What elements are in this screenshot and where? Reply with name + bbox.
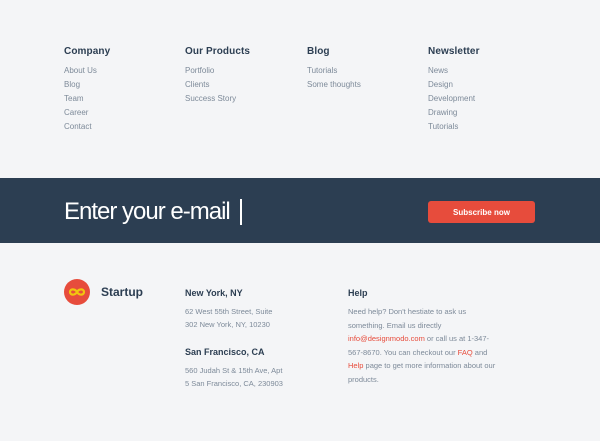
infinity-icon <box>68 288 86 296</box>
link-blog[interactable]: Blog <box>64 78 110 92</box>
footer-links: Company About Us Blog Team Career Contac… <box>0 0 600 178</box>
link-tutorials[interactable]: Tutorials <box>428 120 480 134</box>
help-link[interactable]: Help <box>348 361 363 370</box>
link-development[interactable]: Development <box>428 92 480 106</box>
faq-link[interactable]: FAQ <box>458 348 473 357</box>
link-contact[interactable]: Contact <box>64 120 110 134</box>
link-design[interactable]: Design <box>428 78 480 92</box>
column-title: Blog <box>307 46 330 57</box>
help-text: Need help? Don't hestiate to ask us some… <box>348 305 498 386</box>
office-address-line: 5 San Francisco, CA, 230903 <box>185 379 283 388</box>
column-blog: Blog Tutorials Some thoughts <box>307 45 361 92</box>
column-title: Company <box>64 46 111 57</box>
link-drawing[interactable]: Drawing <box>428 106 480 120</box>
link-list: News Design Development Drawing Tutorial… <box>428 64 480 134</box>
email-input[interactable] <box>64 196 384 228</box>
link-success-story[interactable]: Success Story <box>185 92 250 106</box>
office-city-san-francisco: San Francisco, CA <box>185 347 265 357</box>
logo[interactable] <box>64 279 90 305</box>
link-about-us[interactable]: About Us <box>64 64 110 78</box>
link-team[interactable]: Team <box>64 92 110 106</box>
column-title: Newsletter <box>428 46 480 57</box>
column-newsletter: Newsletter News Design Development Drawi… <box>428 45 480 134</box>
help-text-part: and <box>472 347 488 357</box>
brand-name[interactable]: Startup <box>101 285 143 299</box>
link-tutorials[interactable]: Tutorials <box>307 64 361 78</box>
office-city-new-york: New York, NY <box>185 288 243 298</box>
column-title: Our Products <box>185 46 251 57</box>
help-text-part: Need help? Don't hestiate to ask us some… <box>348 307 467 330</box>
link-career[interactable]: Career <box>64 106 110 120</box>
link-list: Portfolio Clients Success Story <box>185 64 250 106</box>
text-caret <box>240 199 242 225</box>
link-some-thoughts[interactable]: Some thoughts <box>307 78 361 92</box>
link-news[interactable]: News <box>428 64 480 78</box>
help-text-part: page to get more information about our p… <box>348 361 496 384</box>
subscribe-button[interactable]: Subscribe now <box>428 201 535 223</box>
link-list: Tutorials Some thoughts <box>307 64 361 92</box>
column-company: Company About Us Blog Team Career Contac… <box>64 45 110 134</box>
column-our-products: Our Products Portfolio Clients Success S… <box>185 45 250 106</box>
office-address-line: 560 Judah St & 15th Ave, Apt <box>185 366 283 375</box>
link-list: About Us Blog Team Career Contact <box>64 64 110 134</box>
email-link[interactable]: info@designmodo.com <box>348 334 425 343</box>
office-address-line: 62 West 55th Street, Suite <box>185 307 273 316</box>
link-portfolio[interactable]: Portfolio <box>185 64 250 78</box>
link-clients[interactable]: Clients <box>185 78 250 92</box>
office-address-line: 302 New York, NY, 10230 <box>185 320 270 329</box>
help-title: Help <box>348 288 368 298</box>
